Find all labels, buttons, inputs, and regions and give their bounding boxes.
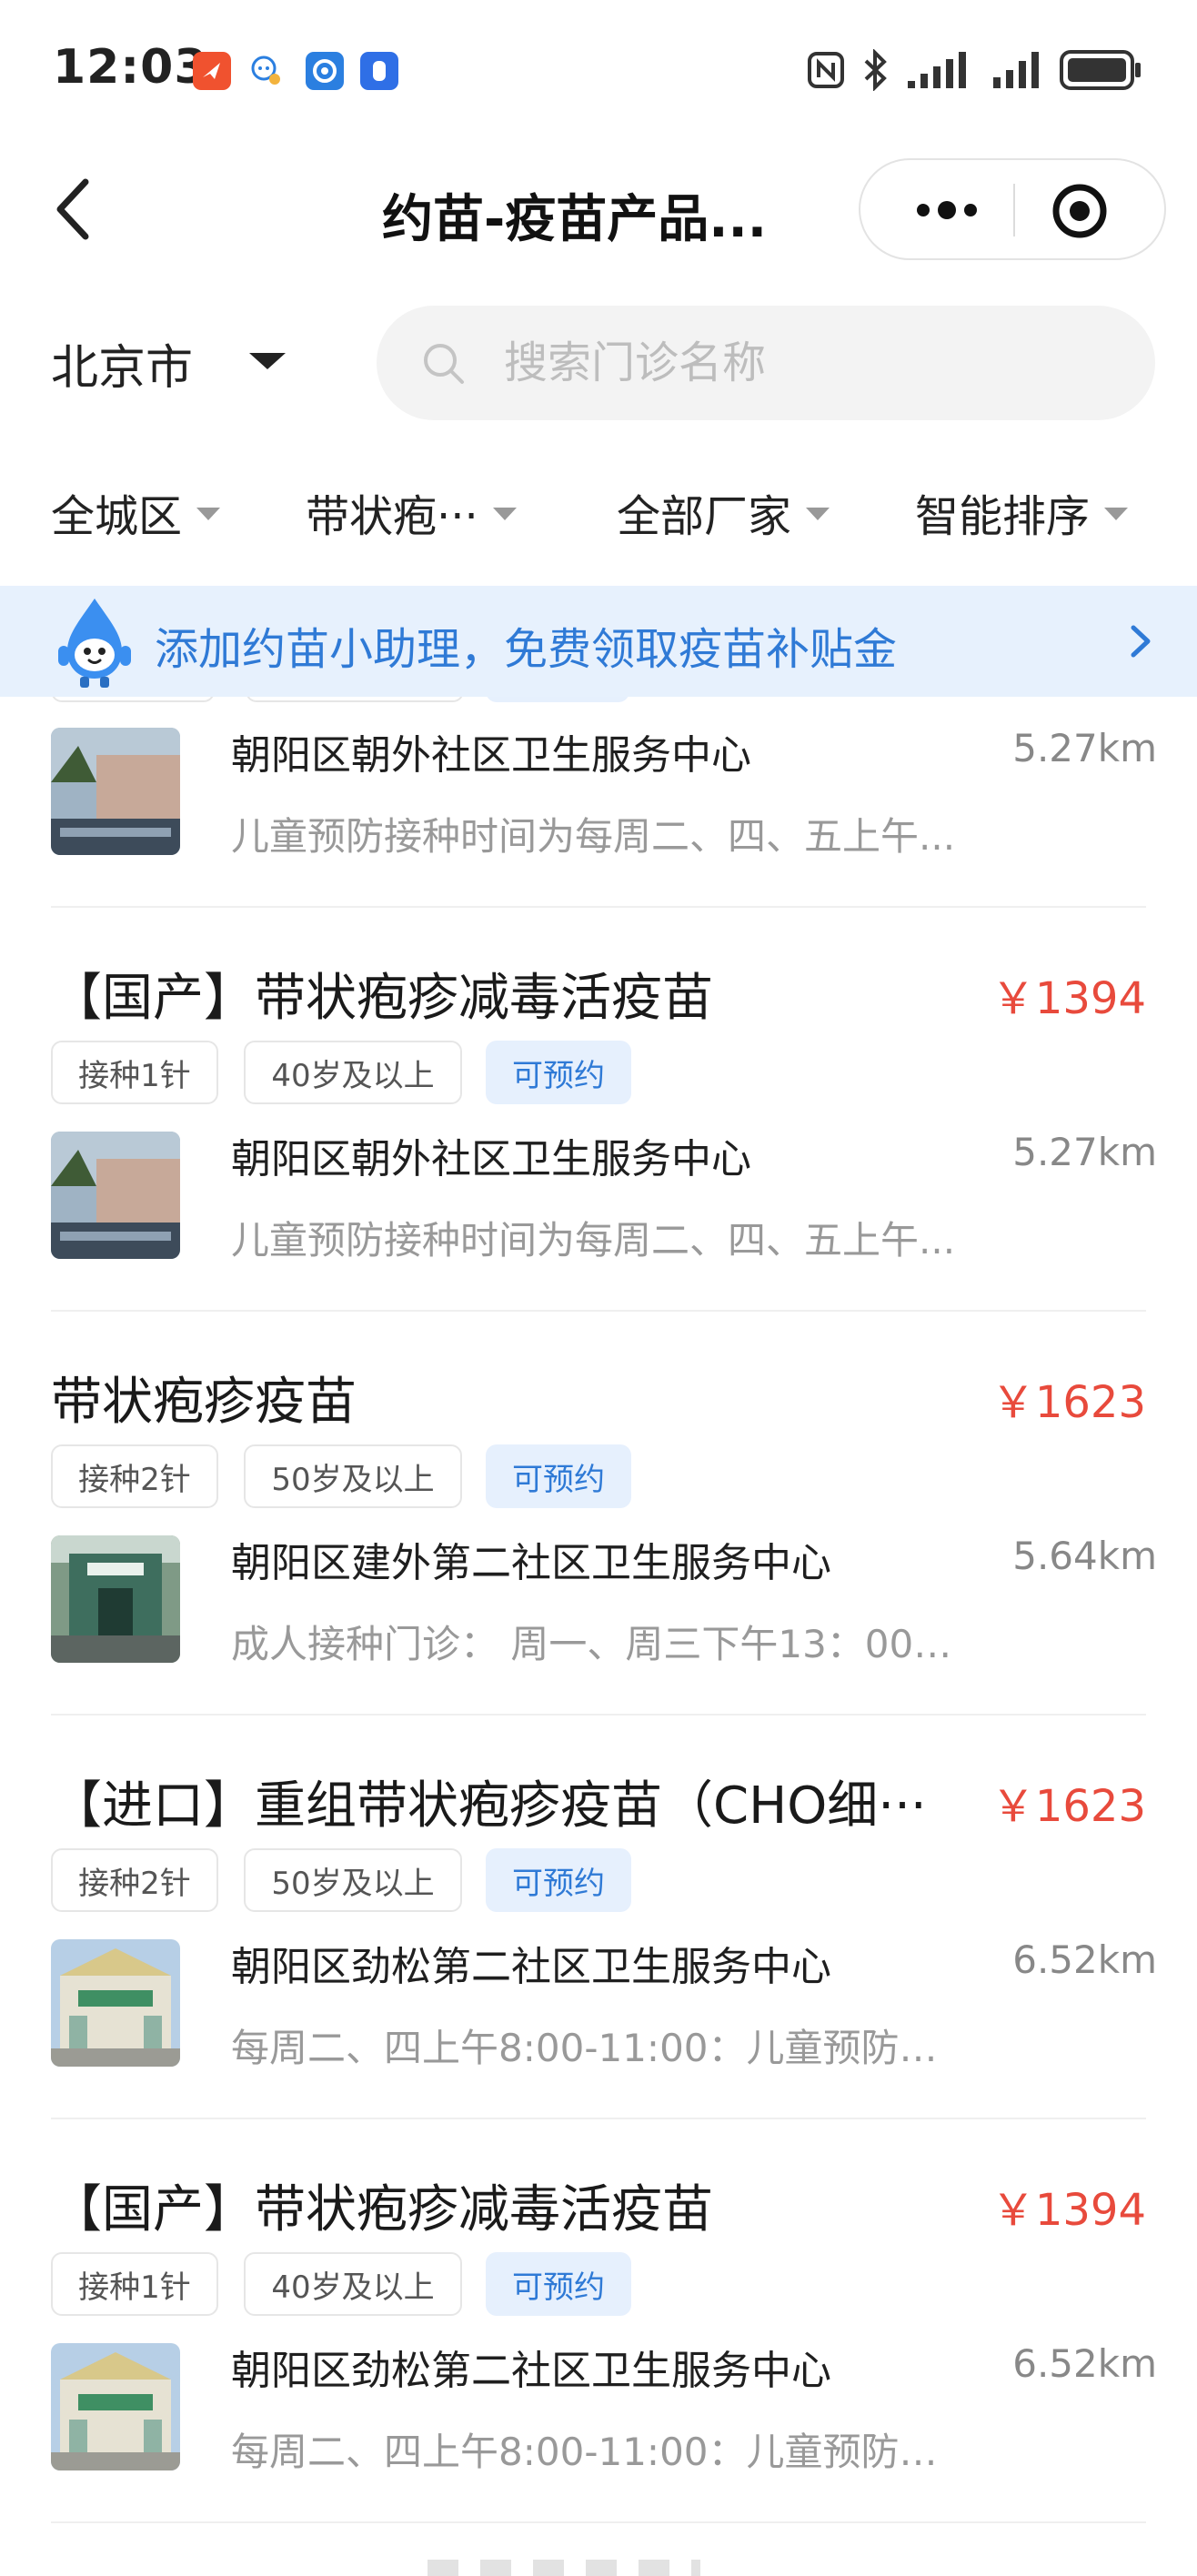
mascot-icon: [58, 599, 131, 688]
age-tag: 50岁及以上: [244, 1444, 462, 1508]
vaccine-title: 【国产】带状疱疹减毒活疫苗: [51, 2180, 713, 2239]
app-screen: 12:03 约苗-疫苗产品... 北京市 搜索门诊名称 全城区 带状疱··· 全…: [0, 0, 1197, 2576]
search-box[interactable]: [377, 306, 1155, 420]
clinic-photo: [51, 1939, 180, 2067]
filter-district[interactable]: 全城区: [51, 480, 221, 544]
target-circle-icon: [1052, 184, 1107, 238]
vaccine-card[interactable]: 【国产】带状疱疹减毒活疫苗 ￥1394 接种1针 40岁及以上 可预约 朝阳区劲…: [0, 2121, 1197, 2521]
back-button[interactable]: [51, 173, 106, 246]
card-divider: [51, 1310, 1146, 1312]
clinic-distance: 5.27km: [1012, 1130, 1157, 1174]
clinic-hours: 每周二、四上午8:00-11:00：儿童预防接...: [231, 2430, 959, 2474]
red-app-icon: [193, 52, 231, 90]
available-tag: 可预约: [486, 1848, 631, 1912]
dose-tag: 接种1针: [51, 1041, 218, 1104]
clinic-photo: [51, 1535, 180, 1663]
dose-tag: 接种2针: [51, 1444, 218, 1508]
clinic-name[interactable]: 朝阳区朝外社区卫生服务中心: [231, 722, 751, 780]
search-input[interactable]: [504, 306, 1122, 420]
vaccine-price: ￥1394: [991, 2185, 1146, 2236]
vaccine-title: 带状疱疹疫苗: [51, 1373, 357, 1432]
vaccine-title: 【进口】重组带状疱疹疫苗（CHO细···: [51, 1776, 927, 1836]
clinic-photo: [51, 1132, 180, 1259]
filter-label: 全部厂家: [617, 491, 792, 542]
bluetooth-icon: [864, 49, 887, 91]
clinic-distance: 6.52km: [1012, 1937, 1157, 1982]
card-divider: [51, 1714, 1146, 1716]
mini-program-capsule: [859, 158, 1166, 260]
clinic-name: 朝阳区劲松第二社区卫生服务中心: [231, 2348, 831, 2394]
chat-bubble-app-icon: [247, 52, 286, 90]
city-selector[interactable]: 北京市: [51, 329, 193, 397]
filter-vaccine[interactable]: 带状疱···: [306, 480, 517, 544]
status-indicators: [806, 47, 1142, 93]
clinic-photo: [51, 728, 180, 855]
vaccine-price: ￥1394: [991, 973, 1146, 1024]
nfc-icon: [808, 52, 844, 88]
assistant-banner[interactable]: 添加约苗小助理，免费领取疫苗补贴金: [0, 586, 1197, 697]
triangle-down-icon: [492, 508, 517, 520]
more-button[interactable]: [897, 184, 997, 236]
triangle-down-icon: [196, 508, 221, 520]
available-tag: 可预约: [486, 1041, 631, 1104]
chevron-left-icon: [56, 178, 89, 240]
clinic-name: 朝阳区建外第二社区卫生服务中心: [231, 1540, 831, 1586]
clinic-hours: 成人接种门诊： 周一、周三下午13：00-...: [231, 1622, 959, 1666]
clinic-distance: 5.64km: [1012, 1534, 1157, 1578]
search-icon: [424, 344, 464, 384]
clinic-name: 朝阳区劲松第二社区卫生服务中心: [231, 1944, 831, 1990]
more-dots-icon: [917, 201, 977, 219]
card-divider: [51, 2118, 1146, 2119]
available-tag: 可预约: [486, 1444, 631, 1508]
age-tag: 40岁及以上: [244, 2252, 462, 2316]
dose-tag: 接种1针: [51, 2252, 218, 2316]
filter-label: 带状疱···: [306, 491, 478, 542]
vaccine-title: 【国产】带状疱疹减毒活疫苗: [51, 969, 713, 1028]
dose-tag: 接种2针: [51, 1848, 218, 1912]
vaccine-price: ￥1623: [991, 1377, 1146, 1428]
signal-icon: [908, 52, 966, 88]
status-time: 12:03: [53, 40, 208, 95]
battery-icon: [1060, 50, 1141, 90]
blue-hand-app-icon: [360, 52, 398, 90]
clinic-name: 朝阳区朝外社区卫生服务中心: [231, 1136, 751, 1182]
filter-label: 智能排序: [915, 491, 1091, 542]
page-title: 约苗-疫苗产品...: [382, 190, 768, 249]
vaccine-price: ￥1623: [991, 1781, 1146, 1832]
age-tag: 40岁及以上: [244, 1041, 462, 1104]
banner-text: 添加约苗小助理，免费领取疫苗补贴金: [155, 624, 898, 675]
blue-circle-app-icon: [306, 52, 344, 90]
vaccine-card[interactable]: 【国产】带状疱疹减毒活疫苗 ￥1394 接种1针 40岁及以上 可预约 朝阳区朝…: [0, 910, 1197, 1310]
next-card-peek: [428, 2554, 700, 2576]
triangle-down-icon: [806, 508, 830, 520]
triangle-down-icon: [1104, 508, 1129, 520]
close-mini-program-button[interactable]: [1039, 176, 1121, 246]
caret-down-icon[interactable]: [249, 353, 286, 369]
vaccine-card[interactable]: 【进口】重组带状疱疹疫苗（CHO细··· ￥1623 接种2针 50岁及以上 可…: [0, 1717, 1197, 2118]
clinic-photo: [51, 2343, 180, 2470]
available-tag: 可预约: [486, 2252, 631, 2316]
filter-label: 全城区: [51, 491, 183, 542]
clinic-hours: 儿童预防接种时间为每周二、四、五上午...: [231, 814, 956, 859]
clinic-hours: 儿童预防接种时间为每周二、四、五上午...: [231, 1218, 956, 1263]
clinic-distance: 5.27km: [1012, 726, 1157, 770]
card-divider: [51, 906, 1146, 908]
signal-icon: [993, 52, 1039, 88]
clinic-distance: 6.52km: [1012, 2341, 1157, 2386]
card-divider: [51, 2521, 1146, 2523]
filter-manufacturer[interactable]: 全部厂家: [617, 480, 830, 544]
capsule-divider: [1013, 184, 1015, 236]
filter-sort[interactable]: 智能排序: [915, 480, 1129, 544]
clinic-hours: 每周二、四上午8:00-11:00：儿童预防接...: [231, 2026, 959, 2070]
vaccine-card[interactable]: 带状疱疹疫苗 ￥1623 接种2针 50岁及以上 可预约 朝阳区建外第二社区卫生…: [0, 1313, 1197, 1714]
chevron-right-icon: [1131, 625, 1151, 658]
age-tag: 50岁及以上: [244, 1848, 462, 1912]
